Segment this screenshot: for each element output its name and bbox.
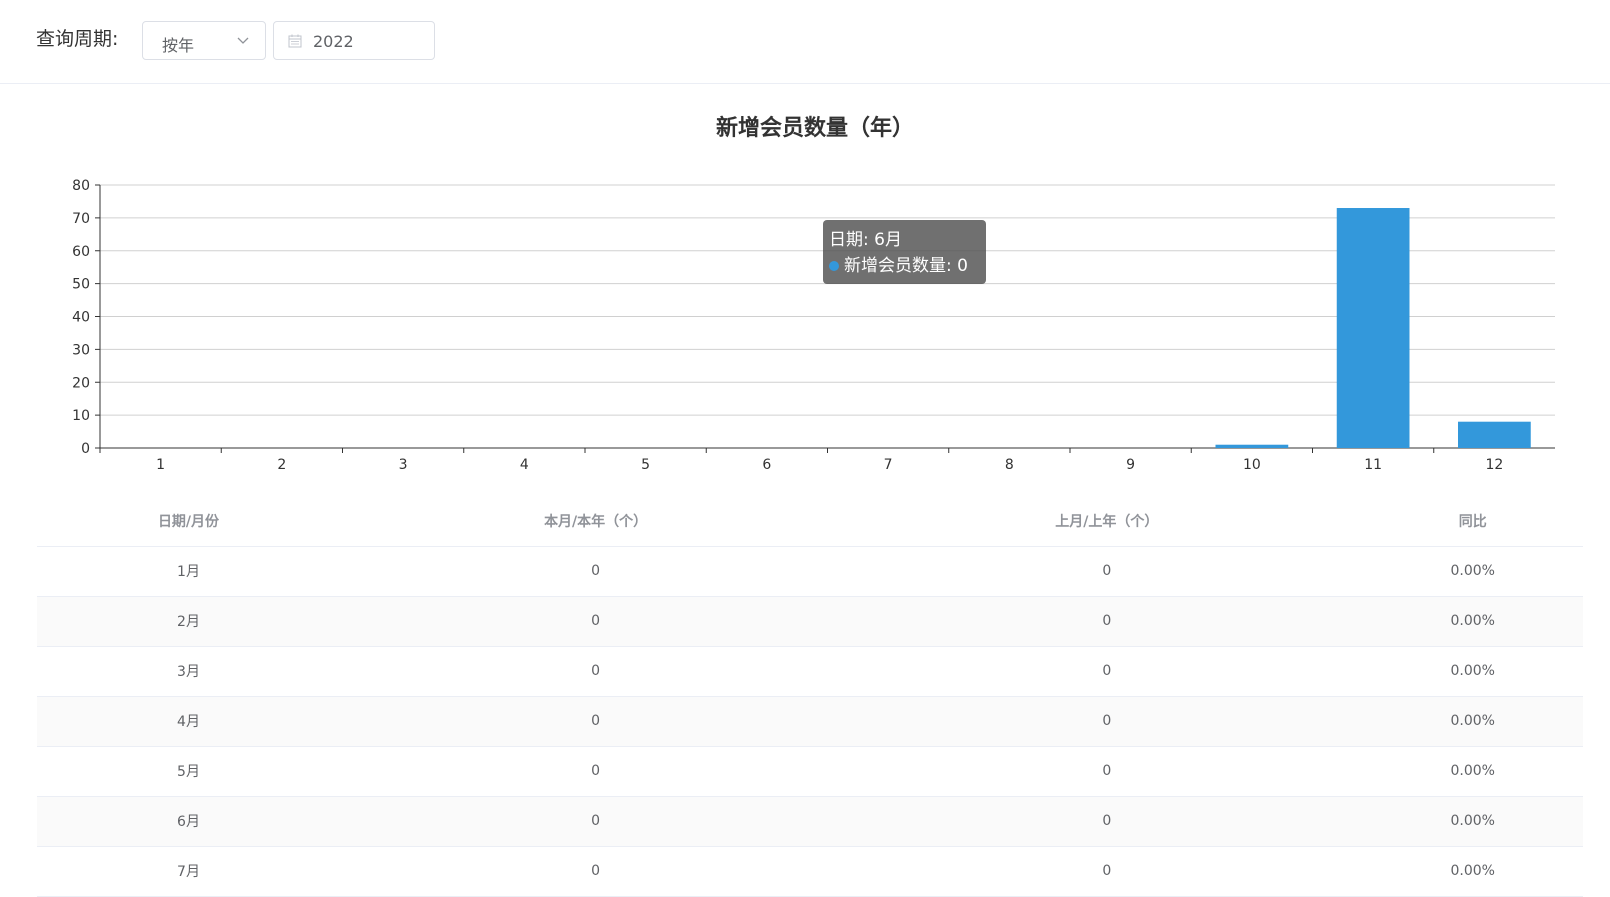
year-value: 2022 (313, 32, 354, 51)
x-tick-label: 3 (399, 457, 408, 473)
x-tick-label: 7 (884, 457, 893, 473)
bar (1458, 421, 1531, 448)
cell-previous: 0 (851, 646, 1363, 697)
cell-date: 2月 (37, 596, 341, 647)
chevron-down-icon (237, 37, 249, 44)
x-tick-label: 9 (1126, 457, 1135, 473)
table-header-row: 日期/月份 本月/本年（个） 上月/上年（个） 同比 (37, 496, 1583, 547)
y-tick-label: 70 (72, 211, 90, 227)
cell-current: 0 (340, 846, 852, 897)
cell-date: 6月 (37, 796, 341, 847)
table-row: 1月 0 0 0.00% (37, 546, 1583, 597)
x-tick-label: 1 (156, 457, 165, 473)
tooltip-value: 新增会员数量: 0 (844, 256, 968, 276)
cell-yoy: 0.00% (1362, 546, 1583, 597)
tooltip-value-row: 新增会员数量: 0 (829, 253, 980, 279)
cell-previous: 0 (851, 796, 1363, 847)
bar (1215, 444, 1289, 448)
filter-toolbar: 查询周期: 按年 2022 (0, 0, 1610, 84)
bar (1336, 208, 1410, 448)
cell-yoy: 0.00% (1362, 846, 1583, 897)
y-tick-label: 20 (72, 375, 90, 391)
cell-date: 5月 (37, 746, 341, 797)
y-tick-label: 50 (72, 277, 90, 293)
period-select[interactable]: 按年 (142, 21, 266, 60)
cell-current: 0 (340, 746, 852, 797)
cell-current: 0 (340, 696, 852, 747)
table-row: 7月 0 0 0.00% (37, 846, 1583, 897)
tooltip-date: 日期: 6月 (829, 230, 902, 250)
y-tick-label: 60 (72, 244, 90, 260)
cell-current: 0 (340, 796, 852, 847)
x-tick-label: 5 (641, 457, 650, 473)
cell-previous: 0 (851, 746, 1363, 797)
table-row: 3月 0 0 0.00% (37, 646, 1583, 697)
table-row: 5月 0 0 0.00% (37, 746, 1583, 797)
cell-date: 7月 (37, 846, 341, 897)
cell-yoy: 0.00% (1362, 796, 1583, 847)
x-tick-label: 10 (1243, 457, 1261, 473)
chart-tooltip: 日期: 6月 新增会员数量: 0 (823, 220, 986, 284)
x-tick-label: 6 (762, 457, 771, 473)
x-tick-label: 12 (1485, 457, 1503, 473)
cell-previous: 0 (851, 546, 1363, 597)
cell-yoy: 0.00% (1362, 746, 1583, 797)
cell-date: 1月 (37, 546, 341, 597)
cell-date: 3月 (37, 646, 341, 697)
col-header-yoy: 同比 (1362, 496, 1583, 547)
x-tick-label: 2 (277, 457, 286, 473)
cell-current: 0 (340, 546, 852, 597)
cell-previous: 0 (851, 696, 1363, 747)
y-tick-label: 40 (72, 310, 90, 326)
y-tick-label: 30 (72, 342, 90, 358)
cell-yoy: 0.00% (1362, 646, 1583, 697)
cell-previous: 0 (851, 596, 1363, 647)
col-header-previous: 上月/上年（个） (851, 496, 1363, 547)
x-tick-label: 4 (520, 457, 529, 473)
col-header-current: 本月/本年（个） (340, 496, 852, 547)
cell-yoy: 0.00% (1362, 696, 1583, 747)
series-dot-icon (829, 261, 839, 271)
cell-date: 4月 (37, 696, 341, 747)
y-tick-label: 0 (81, 441, 90, 457)
calendar-icon (288, 34, 302, 48)
cell-yoy: 0.00% (1362, 596, 1583, 647)
table-row: 6月 0 0 0.00% (37, 796, 1583, 847)
stats-table: 日期/月份 本月/本年（个） 上月/上年（个） 同比 1月 0 0 0.00% 2月 0 0… (37, 496, 1583, 897)
y-tick-label: 80 (72, 178, 90, 194)
query-period-label: 查询周期: (36, 28, 119, 50)
cell-previous: 0 (851, 846, 1363, 897)
cell-current: 0 (340, 596, 852, 647)
y-tick-label: 10 (72, 408, 90, 424)
year-picker[interactable]: 2022 (273, 21, 435, 60)
x-tick-label: 11 (1364, 457, 1382, 473)
table-row: 2月 0 0 0.00% (37, 596, 1583, 647)
bar-chart: 010203040506070801 2 3 4 5 6 7 8 9 10 11 12 (72, 178, 1555, 473)
period-select-value: 按年 (162, 36, 195, 55)
table-row: 4月 0 0 0.00% (37, 696, 1583, 747)
cell-current: 0 (340, 646, 852, 697)
x-tick-label: 8 (1005, 457, 1014, 473)
col-header-date: 日期/月份 (37, 496, 341, 547)
chart-title: 新增会员数量（年） (715, 116, 914, 141)
